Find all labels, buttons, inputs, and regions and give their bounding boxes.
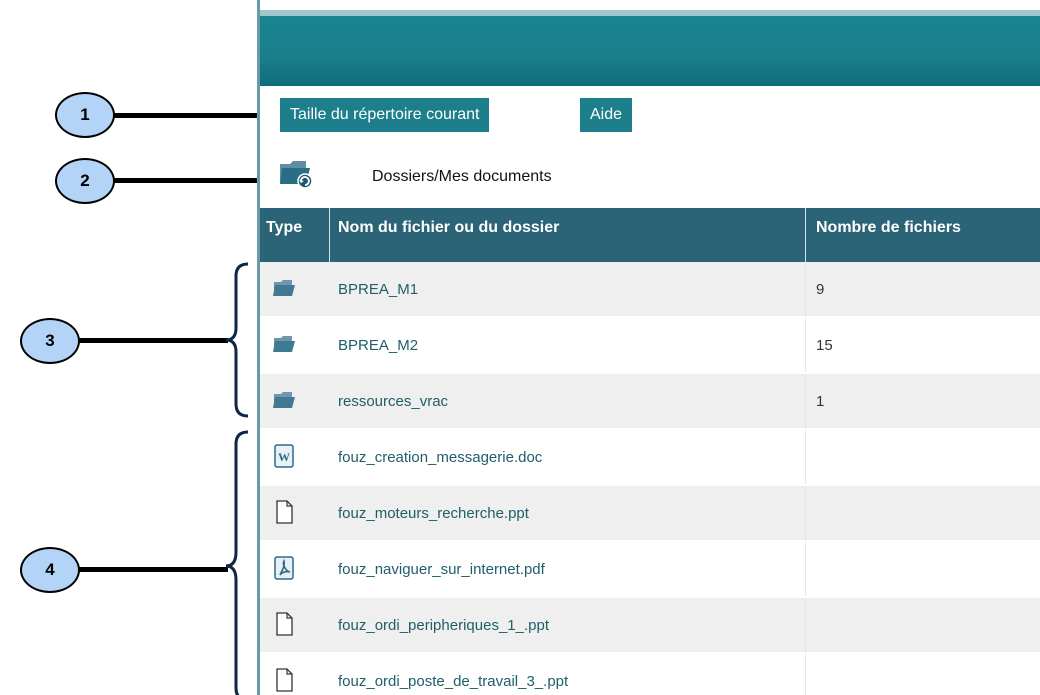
callout-2: 2 (55, 158, 115, 204)
row-count: 9 (816, 281, 825, 298)
row-name[interactable]: BPREA_M1 (338, 281, 418, 298)
pdf-icon (274, 556, 294, 580)
folder-icon (273, 392, 295, 408)
file-icon (276, 668, 293, 692)
row-name[interactable]: fouz_ordi_poste_de_travail_3_.ppt (338, 673, 568, 690)
svg-text:W: W (278, 450, 290, 464)
bracket-files (225, 430, 249, 695)
word-document-icon: W (274, 444, 294, 468)
callout-2-label: 2 (80, 171, 90, 190)
table-row[interactable]: BPREA_M1 9 (260, 262, 1040, 316)
table-row[interactable]: fouz_ordi_poste_de_travail_3_.ppt (260, 654, 1040, 695)
help-button[interactable]: Aide (580, 98, 633, 132)
directory-size-button[interactable]: Taille du répertoire courant (280, 98, 490, 132)
table-row[interactable]: fouz_ordi_peripheriques_1_.ppt (260, 598, 1040, 652)
table-row[interactable]: ressources_vrac 1 (260, 374, 1040, 428)
file-icon (276, 500, 293, 524)
callout-1-label: 1 (80, 105, 90, 124)
row-name[interactable]: BPREA_M2 (338, 337, 418, 354)
leader-line-4 (78, 567, 228, 572)
column-file-count[interactable]: Nombre de fichiers (816, 219, 961, 237)
row-count: 15 (816, 337, 833, 354)
folder-icon (273, 280, 295, 296)
leader-line-2 (113, 178, 268, 183)
row-count: 1 (816, 393, 825, 410)
callout-4: 4 (20, 547, 80, 593)
column-type[interactable]: Type (266, 219, 302, 237)
callout-1: 1 (55, 92, 115, 138)
table-row[interactable]: W fouz_creation_messagerie.doc (260, 430, 1040, 484)
leader-line-1 (113, 113, 258, 118)
bracket-folders (225, 262, 249, 418)
table-header: Type Nom du fichier ou du dossier Nombre… (260, 208, 1040, 262)
file-icon (276, 612, 293, 636)
column-name[interactable]: Nom du fichier ou du dossier (338, 219, 559, 237)
row-name[interactable]: ressources_vrac (338, 393, 448, 410)
table-row[interactable]: BPREA_M2 15 (260, 318, 1040, 372)
current-path: Dossiers/Mes documents (372, 168, 552, 185)
row-name[interactable]: fouz_naviguer_sur_internet.pdf (338, 561, 545, 578)
folder-icon (273, 336, 295, 352)
row-name[interactable]: fouz_moteurs_recherche.ppt (338, 505, 529, 522)
callout-3-label: 3 (45, 331, 55, 350)
file-manager-panel: Taille du répertoire courant Aide Dossie… (257, 0, 1040, 695)
row-name[interactable]: fouz_creation_messagerie.doc (338, 449, 542, 466)
leader-line-3 (78, 338, 228, 343)
parent-folder-icon[interactable] (278, 156, 314, 190)
table-row[interactable]: fouz_moteurs_recherche.ppt (260, 486, 1040, 540)
row-name[interactable]: fouz_ordi_peripheriques_1_.ppt (338, 617, 549, 634)
table-row[interactable]: fouz_naviguer_sur_internet.pdf (260, 542, 1040, 596)
header-banner (260, 10, 1040, 86)
callout-3: 3 (20, 318, 80, 364)
callout-4-label: 4 (45, 560, 55, 579)
